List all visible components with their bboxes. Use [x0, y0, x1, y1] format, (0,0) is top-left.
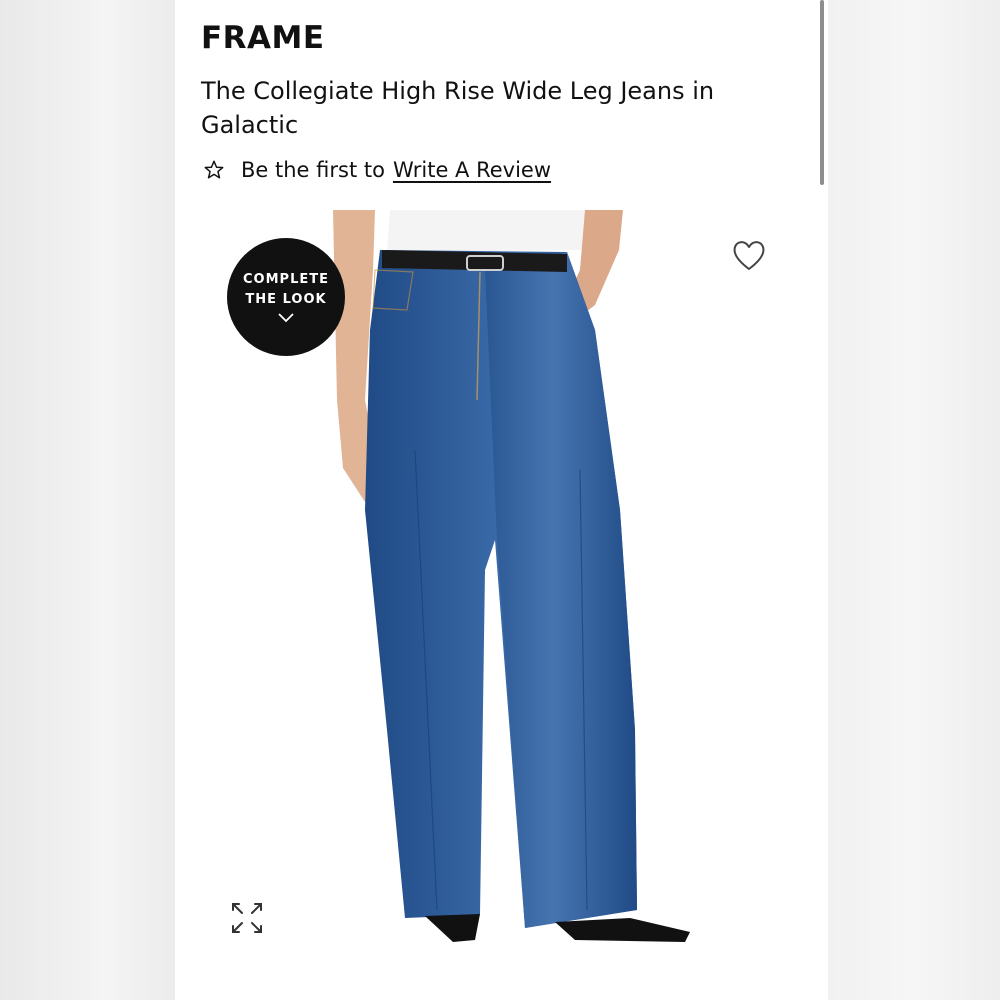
badge-line-1: COMPLETE [243, 272, 329, 287]
chevron-down-icon [278, 313, 294, 323]
complete-the-look-button[interactable]: COMPLETE THE LOOK [227, 238, 345, 356]
review-prompt: Be the first to [241, 158, 385, 182]
brand-name[interactable]: FRAME [201, 20, 325, 56]
badge-line-2: THE LOOK [245, 292, 327, 307]
left-blurred-backdrop [0, 0, 175, 1000]
star-outline-icon [204, 160, 224, 179]
right-blurred-backdrop [828, 0, 1000, 1000]
expand-arrows-icon[interactable] [229, 900, 265, 936]
write-review-link[interactable]: Write A Review [393, 158, 551, 182]
scrollbar[interactable] [820, 0, 824, 185]
product-title: The Collegiate High Rise Wide Leg Jeans … [201, 77, 715, 139]
heart-outline-icon[interactable] [731, 238, 767, 272]
review-row: Be the first to Write A Review [201, 155, 551, 185]
product-image[interactable]: COMPLETE THE LOOK [175, 210, 828, 1000]
product-page: FRAME The Collegiate High Rise Wide Leg … [175, 0, 828, 1000]
